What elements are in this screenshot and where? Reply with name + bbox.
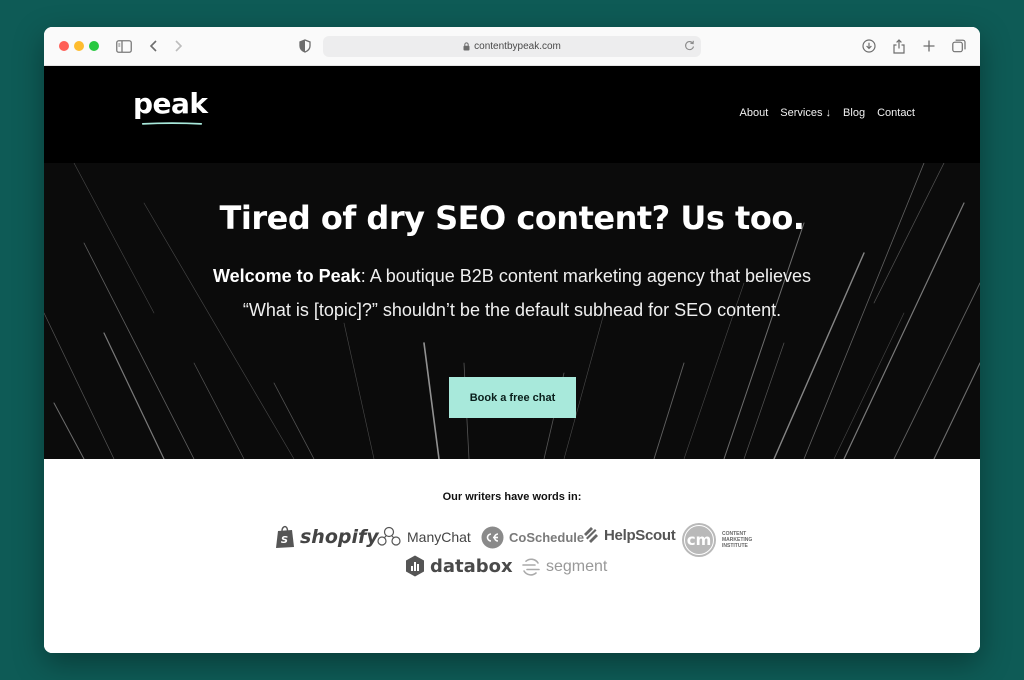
nav-blog[interactable]: Blog — [843, 107, 865, 119]
share-icon[interactable] — [889, 36, 909, 56]
manychat-wordmark: ManyChat — [407, 529, 471, 545]
nav-services[interactable]: Services ↓ — [780, 107, 831, 119]
shopify-logo: S shopify — [275, 525, 379, 549]
cmi-wordmark: CONTENT MARKETING INSTITUTE — [722, 531, 753, 549]
coschedule-logo: CoSchedule — [481, 526, 584, 549]
browser-toolbar: contentbypeak.com — [44, 27, 980, 66]
browser-window: contentbypeak.com peak About Services ↓ … — [44, 27, 980, 653]
helpscout-icon — [584, 527, 598, 543]
hero-intro-bold: Welcome to Peak — [212, 266, 361, 286]
logo-text: peak — [133, 87, 208, 120]
book-free-chat-button[interactable]: Book a free chat — [449, 377, 576, 418]
shopify-bag-icon: S — [276, 525, 294, 548]
reload-icon[interactable] — [684, 40, 695, 51]
close-window-button[interactable] — [59, 41, 69, 51]
hero-section: Tired of dry SEO content? Us too. Welcom… — [44, 163, 980, 459]
main-nav: About Services ↓ Blog Contact — [740, 107, 915, 119]
databox-wordmark: databox — [430, 555, 513, 577]
logos-section: Our writers have words in: S shopify Man… — [44, 459, 980, 653]
shopify-wordmark: shopify — [300, 526, 379, 548]
content-marketing-institute-logo: cm CONTENT MARKETING INSTITUTE — [681, 522, 752, 558]
hero-headline: Tired of dry SEO content? Us too. — [219, 199, 805, 237]
lock-icon — [463, 42, 470, 51]
segment-logo: segment — [521, 557, 607, 577]
coschedule-icon — [481, 526, 504, 549]
helpscout-wordmark: HelpScout — [604, 526, 676, 544]
cmi-circle-icon: cm — [682, 523, 716, 557]
nav-contact[interactable]: Contact — [877, 107, 915, 119]
forward-icon[interactable] — [168, 36, 188, 56]
minimize-window-button[interactable] — [74, 41, 84, 51]
new-tab-icon[interactable] — [919, 36, 939, 56]
back-icon[interactable] — [144, 36, 164, 56]
logo-underline-icon — [141, 122, 203, 125]
svg-text:cm: cm — [687, 531, 712, 549]
hero-intro: Welcome to Peak: A boutique B2B content … — [212, 259, 812, 327]
svg-text:S: S — [281, 535, 288, 546]
downloads-icon[interactable] — [859, 36, 879, 56]
helpscout-logo: HelpScout — [583, 526, 676, 544]
segment-icon — [522, 558, 540, 576]
zoom-window-button[interactable] — [89, 41, 99, 51]
manychat-logo: ManyChat — [376, 526, 471, 548]
peak-logo[interactable]: peak — [133, 87, 208, 125]
segment-wordmark: segment — [546, 558, 608, 575]
logos-heading: Our writers have words in: — [442, 491, 582, 503]
databox-icon — [406, 555, 424, 577]
databox-logo: databox — [405, 555, 513, 577]
tab-overview-icon[interactable] — [949, 36, 969, 56]
coschedule-wordmark: CoSchedule — [509, 530, 585, 545]
privacy-shield-icon[interactable] — [295, 36, 315, 56]
sidebar-toggle-icon[interactable] — [114, 36, 134, 56]
url-text: contentbypeak.com — [474, 41, 561, 52]
site-header: peak About Services ↓ Blog Contact — [44, 66, 980, 163]
address-bar[interactable]: contentbypeak.com — [323, 36, 701, 57]
nav-about[interactable]: About — [740, 107, 769, 119]
manychat-icon — [377, 526, 401, 546]
